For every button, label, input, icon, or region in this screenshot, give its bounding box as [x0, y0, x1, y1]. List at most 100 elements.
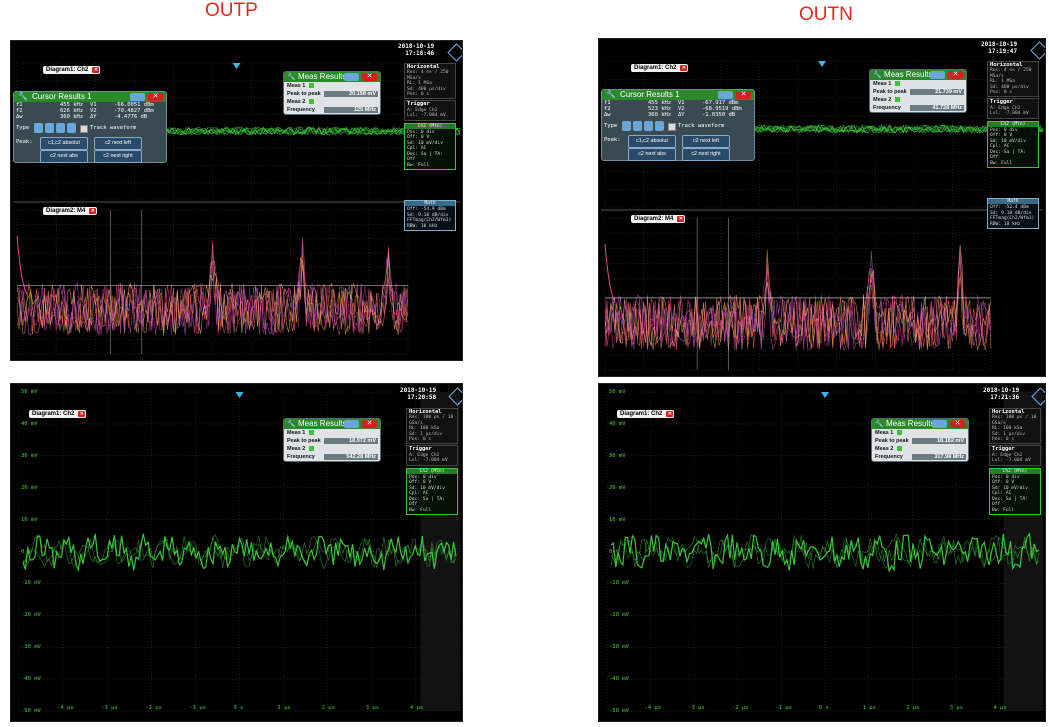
trigger-position-marker[interactable] [818, 61, 826, 67]
timestamp-time: 17:18:46 [405, 50, 435, 57]
minimize-button[interactable] [718, 91, 733, 99]
time-domain-plot [18, 391, 461, 712]
close-button[interactable]: ✕ [736, 91, 751, 99]
cursor-type-icon[interactable] [56, 123, 65, 133]
spectrum-dc-trace [604, 243, 616, 303]
channel-settings[interactable]: Ch2 (Mtn) Pos: 0 div Off: 0 V Sd: 10 mV/div… [987, 120, 1039, 168]
cursor-peak-button[interactable]: c1,c2 absolut [628, 135, 676, 148]
cursor-type-icon[interactable] [34, 123, 43, 133]
cursor-type-icon[interactable] [622, 121, 631, 131]
meas-row: Peak to peak 18.182 mV [875, 438, 966, 444]
trigger-settings[interactable]: Trigger A: Edge Ch2 Lvl: -7.004 mV [404, 100, 456, 121]
trigger-settings[interactable]: Trigger A: Edge Ch2 Lvl: -7.004 mV [987, 98, 1039, 119]
math-setting-line: FFTmag(Ch2/Wfm1) [990, 216, 1035, 222]
scope-screen-outp-fft: Diagram1: Ch2 ✕ Diagram2: M4 ✕ Cursor Result… [10, 40, 463, 361]
x-tick-label: 3 µs [365, 705, 380, 711]
y-tick-label: -20 mV [609, 612, 629, 619]
channel-settings[interactable]: Ch2 (Mtn) Pos: 0 div Off: 0 V Sd: 10 mV/div… [404, 122, 456, 170]
horizontal-settings[interactable]: Horizontal Res: 4 ns / 250 MSa/s RL: 1 MSa… [404, 63, 456, 100]
fft-screen-plot [13, 62, 461, 355]
meas-results-dialog[interactable]: Meas Results 🔧 ✕ Meas 1 Peak to peak 20.158 m… [283, 71, 381, 115]
cursor-peak-button[interactable]: c2 next left [94, 137, 142, 150]
meas-results-dialog[interactable]: Meas Results 🔧 ✕ Meas 1 Peak to peak 21.739 m… [869, 69, 967, 113]
cursor-type-icon[interactable] [45, 123, 54, 133]
y-tick-label: 40 mV [609, 420, 626, 427]
minimize-button[interactable] [344, 420, 359, 428]
minimize-button[interactable] [932, 420, 947, 428]
channel-settings[interactable]: Ch2 (Mtn) Pos: 0 div Off: 0 V Sd: 10 mV/div… [406, 467, 458, 515]
minimize-button[interactable] [130, 93, 145, 101]
cursor-results-dialog[interactable]: Cursor Results 1 🔧 ✕ f1 455 kHz V1 -66.0051 dB… [13, 91, 167, 163]
y-tick-label: 30 mV [609, 452, 626, 459]
cursor-result-row: Δw 360 kHz ΔY -1.0350 dB [602, 112, 754, 118]
meas-results-header: Meas Results 🔧 ✕ [284, 419, 380, 429]
peak-label-text: Peak: [604, 137, 621, 143]
cursor-type-icon[interactable] [633, 121, 642, 131]
diagram1-tab[interactable]: Diagram1: Ch2 ✕ [617, 410, 675, 418]
cursor-peak-button[interactable]: c2 next right [94, 150, 142, 163]
math-settings[interactable]: Math Off: -52.4 dBm Sd: 9.10 dB/div FFTmag(… [987, 197, 1039, 229]
meas-row: Meas 1 [284, 82, 380, 90]
cursor-peak-button[interactable]: c2 next left [682, 135, 730, 148]
cursor-peak-button[interactable]: c2 next abs [40, 150, 88, 163]
trigger-settings[interactable]: Trigger A: Edge Ch2 Lvl: -7.004 mV [989, 445, 1041, 466]
wrench-icon[interactable]: 🔧 [606, 90, 616, 100]
x-tick-label: -3 µs [101, 705, 118, 711]
meas-results-dialog[interactable]: Meas Results 🔧 ✕ Meas 1 Peak to peak 18.182 m… [871, 418, 969, 462]
horizontal-settings[interactable]: Horizontal Res: 100 ps / 10 GSa/s RL: 100 … [406, 408, 458, 445]
x-tick-label: -4 µs [57, 705, 74, 711]
cursor-peak-button[interactable]: c2 next abs [628, 148, 676, 161]
info-sidebar: Horizontal Res: 100 ps / 10 GSa/s RL: 100 … [989, 408, 1041, 515]
cursor-type-icon[interactable] [655, 121, 664, 131]
cursor-type-icon[interactable] [644, 121, 653, 131]
horizontal-setting-line: Res: 4 ns / 250 MSa/s [990, 68, 1032, 79]
channel-setting-line: Bw: Full [990, 160, 1013, 166]
wrench-icon[interactable]: 🔧 [18, 92, 28, 102]
trigger-position-marker[interactable] [235, 392, 244, 398]
close-button[interactable]: ✕ [148, 93, 163, 101]
cursor-type-label: Type [604, 123, 618, 129]
y-tick-label: 0 V [609, 548, 619, 555]
timestamp: 2018-10-19 17:21:36 [983, 387, 1019, 401]
cursor-results-dialog[interactable]: Cursor Results 1 🔧 ✕ f1 455 kHz V1 -67.917 dBm… [601, 89, 755, 161]
y-tick-label: -20 mV [21, 612, 41, 619]
minimize-button[interactable] [344, 73, 359, 81]
x-tick-label: 1 µs [277, 705, 291, 711]
diagram1-tab[interactable]: Diagram1: Ch2 ✕ [29, 410, 87, 418]
close-button[interactable]: ✕ [948, 71, 963, 79]
x-tick-label: 4 µs [993, 705, 1007, 711]
close-button[interactable]: ✕ [362, 420, 377, 428]
close-button[interactable]: ✕ [362, 73, 377, 81]
meas-indicator-icon [309, 83, 315, 89]
x-tick-label: -2 µs [731, 705, 749, 711]
scope-screen-outn-fft: Diagram1: Ch2 ✕ Diagram2: M4 ✕ Cursor Result… [598, 38, 1046, 377]
timestamp-time: 17:21:36 [990, 394, 1020, 401]
cursor-peak-button[interactable]: c2 next right [682, 148, 730, 161]
channel-settings[interactable]: Ch2 (Mtn) Pos: 0 div Off: 0 V Sd: 10 mV/div… [989, 467, 1041, 515]
math-settings[interactable]: Math Off: -54.9 dBm Sd: 9.18 dB/div FFTmag(… [404, 199, 456, 231]
diagram1-tab[interactable]: Diagram1: Ch2 ✕ [43, 66, 101, 74]
meas-row: Peak to peak 21.739 mV [873, 89, 964, 95]
trigger-settings[interactable]: Trigger A: Edge Ch2 Lvl: -7.004 mV [406, 445, 458, 466]
meas-value: 18.972 mV [324, 438, 378, 444]
peak-label: Peak: c1,c2 absolut c2 next left c2 next ab… [14, 136, 166, 163]
meas-results-dialog[interactable]: Meas Results 🔧 ✕ Meas 1 Peak to peak 18.972 m… [283, 418, 381, 462]
close-button[interactable]: ✕ [950, 420, 965, 428]
cursor-peak-button[interactable]: c1,c2 absolut [40, 137, 88, 150]
diagram2-tab[interactable]: Diagram2: M4 ✕ [43, 207, 98, 215]
y-tick-label: 10 mV [609, 516, 626, 523]
meas-indicator-icon [309, 446, 315, 452]
x-tick-label: -1 µs [775, 705, 792, 711]
horizontal-settings[interactable]: Horizontal Res: 100 ps / 10 GSa/s RL: 100 … [989, 408, 1041, 445]
horizontal-settings[interactable]: Horizontal Res: 4 ns / 250 MSa/s RL: 1 MSa… [987, 61, 1039, 98]
diagram1-tab[interactable]: Diagram1: Ch2 ✕ [631, 64, 689, 72]
y-tick-label: 50 mV [21, 389, 38, 395]
track-waveform-checkbox[interactable] [80, 125, 88, 133]
trigger-position-marker[interactable] [821, 392, 829, 398]
diagram2-tab[interactable]: Diagram2: M4 ✕ [631, 215, 686, 223]
y-tick-label: -50 mV [609, 708, 629, 714]
trigger-position-marker[interactable] [232, 63, 241, 69]
minimize-button[interactable] [930, 71, 945, 79]
cursor-type-icon[interactable] [67, 123, 76, 133]
track-waveform-checkbox[interactable] [668, 123, 676, 131]
